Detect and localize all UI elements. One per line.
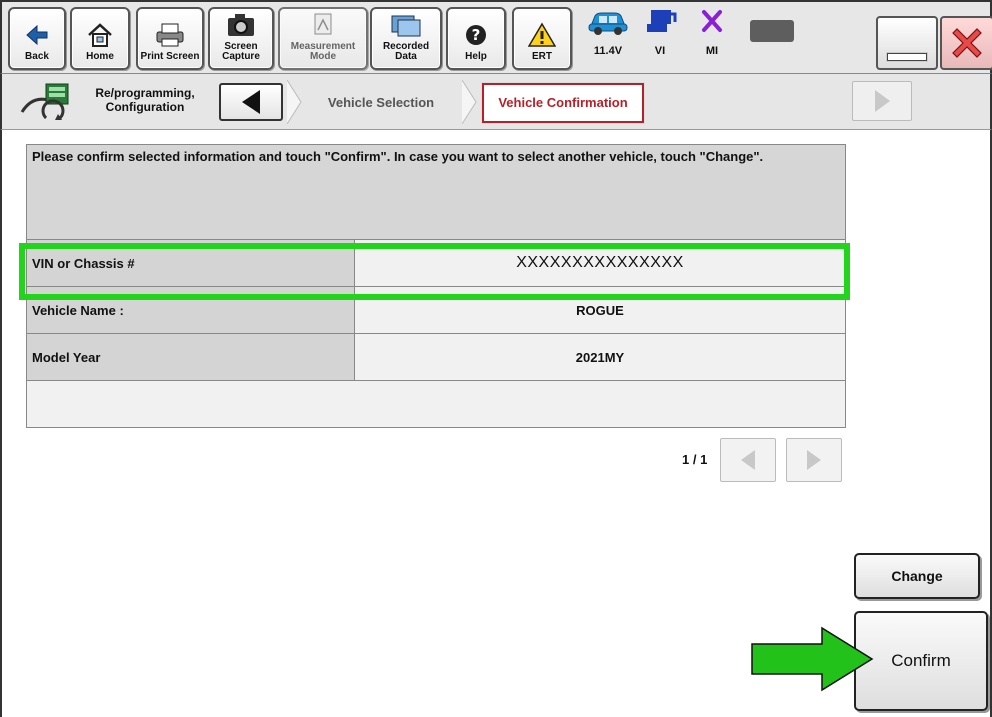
breadcrumb-forward-button[interactable] xyxy=(852,81,912,121)
help-button[interactable]: ? Help xyxy=(446,7,506,70)
mi-disconnected-icon xyxy=(698,8,726,41)
mi-label: MI xyxy=(705,45,719,57)
back-button-label: Back xyxy=(25,51,49,62)
svg-text:?: ? xyxy=(472,26,481,44)
minimize-button[interactable] xyxy=(876,16,938,70)
toolbar: Back Home Print Screen Screen Capture Me… xyxy=(0,0,992,74)
main-content: Please confirm selected information and … xyxy=(0,130,992,717)
battery-status: 11.4V xyxy=(582,8,634,66)
printer-icon xyxy=(153,20,187,50)
close-icon xyxy=(952,28,982,58)
home-button[interactable]: Home xyxy=(70,7,130,70)
navigation-bar: Re/programming, Configuration Vehicle Se… xyxy=(0,74,992,130)
instruction-message: Please confirm selected information and … xyxy=(26,144,846,240)
table-row-model-year: Model Year 2021MY xyxy=(26,334,846,381)
back-button[interactable]: Back xyxy=(8,7,66,70)
help-icon: ? xyxy=(464,20,488,50)
vin-value: XXXXXXXXXXXXXXX xyxy=(355,240,845,286)
model-year-label: Model Year xyxy=(27,334,355,380)
breadcrumb-back-button[interactable] xyxy=(219,83,283,121)
screen-capture-button[interactable]: Screen Capture xyxy=(208,7,274,70)
back-arrow-icon xyxy=(26,20,48,50)
page-next-button[interactable] xyxy=(786,438,842,482)
pointer-arrow-icon xyxy=(751,626,874,692)
car-icon xyxy=(587,8,629,41)
print-screen-label: Print Screen xyxy=(140,51,200,62)
vi-label: VI xyxy=(654,45,666,57)
vehicle-name-label: Vehicle Name : xyxy=(27,287,355,333)
triangle-left-icon xyxy=(242,90,260,114)
page-prev-button[interactable] xyxy=(720,438,776,482)
table-row-empty xyxy=(26,381,846,428)
triangle-left-icon xyxy=(741,450,755,470)
page-indicator: 1 / 1 xyxy=(682,452,708,467)
change-button[interactable]: Change xyxy=(854,553,980,599)
triangle-right-icon xyxy=(807,450,821,470)
home-button-label: Home xyxy=(86,51,114,62)
vin-label: VIN or Chassis # xyxy=(27,240,355,286)
ert-button[interactable]: ERT xyxy=(512,7,572,70)
ert-button-label: ERT xyxy=(532,51,552,62)
breadcrumb-separator xyxy=(462,80,477,124)
vi-status: VI xyxy=(634,8,686,66)
measurement-mode-label: Measurement Mode xyxy=(290,41,356,62)
camera-icon xyxy=(226,10,256,40)
mode-title: Re/programming, Configuration xyxy=(95,86,195,114)
breadcrumb-vehicle-confirmation: Vehicle Confirmation xyxy=(482,83,644,123)
print-screen-button[interactable]: Print Screen xyxy=(136,7,204,70)
battery-icon xyxy=(750,20,794,42)
triangle-right-icon xyxy=(875,90,890,112)
mi-status: MI xyxy=(686,8,738,66)
battery-voltage: 11.4V xyxy=(593,45,623,57)
measurement-mode-button[interactable]: Measurement Mode xyxy=(278,7,368,70)
recorded-data-icon xyxy=(389,10,423,40)
vi-connection-icon xyxy=(643,8,677,41)
reprogramming-icon xyxy=(18,78,74,124)
model-year-value: 2021MY xyxy=(355,334,845,380)
table-row-vehicle-name: Vehicle Name : ROGUE xyxy=(26,287,846,334)
close-button[interactable] xyxy=(940,16,992,70)
screen-capture-label: Screen Capture xyxy=(222,41,260,62)
breadcrumb-vehicle-selection[interactable]: Vehicle Selection xyxy=(304,89,458,117)
vehicle-name-value: ROGUE xyxy=(355,287,845,333)
help-button-label: Help xyxy=(465,51,487,62)
recorded-data-label: Recorded Data xyxy=(382,41,430,62)
recorded-data-button[interactable]: Recorded Data xyxy=(370,7,442,70)
table-row-vin: VIN or Chassis # XXXXXXXXXXXXXXX xyxy=(26,240,846,287)
measurement-icon xyxy=(311,10,335,40)
warning-icon xyxy=(528,20,556,50)
home-icon xyxy=(86,20,114,50)
vehicle-info-table: VIN or Chassis # XXXXXXXXXXXXXXX Vehicle… xyxy=(26,240,846,428)
breadcrumb-separator xyxy=(287,80,302,124)
